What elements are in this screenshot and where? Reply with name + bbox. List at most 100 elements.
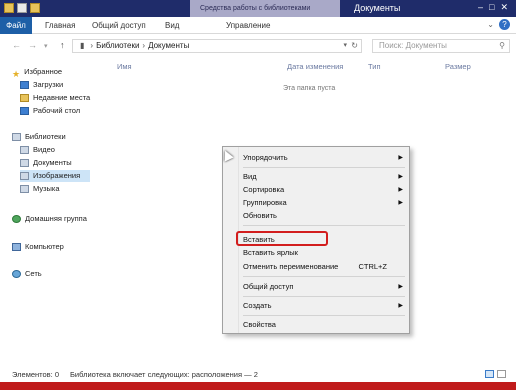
tab-home[interactable]: Главная: [45, 17, 75, 34]
menu-item-shortcut: CTRL+Z: [358, 262, 387, 271]
menu-separator: [243, 276, 405, 277]
desktop-icon: [20, 107, 29, 115]
nav-item-downloads[interactable]: Загрузки: [20, 79, 63, 91]
nav-homegroup[interactable]: Домашняя группа: [12, 213, 87, 225]
menu-item-label: Обновить: [243, 211, 277, 220]
maximize-icon[interactable]: □: [489, 2, 494, 13]
menu-item-label: Вставить ярлык: [243, 248, 298, 257]
menu-item-properties[interactable]: Свойства: [243, 319, 405, 331]
menu-item-new[interactable]: Создать ▶: [243, 300, 405, 312]
window-title: Документы: [354, 3, 401, 13]
ribbon-expand-icon[interactable]: ⌄: [487, 20, 494, 29]
menu-separator: [243, 315, 405, 316]
close-icon[interactable]: ✕: [500, 2, 508, 13]
nav-computer[interactable]: Компьютер: [12, 241, 64, 253]
documents-icon: [20, 159, 29, 167]
menu-item-arrange[interactable]: Упорядочить ▶: [243, 152, 405, 164]
submenu-arrow-icon: ▶: [398, 174, 403, 180]
column-header-date[interactable]: Дата изменения: [287, 62, 343, 71]
tab-view[interactable]: Вид: [165, 17, 179, 34]
nav-item-label: Музыка: [33, 184, 60, 193]
tab-share[interactable]: Общий доступ: [92, 17, 146, 34]
menu-item-label: Свойства: [243, 320, 276, 329]
network-icon: [12, 270, 21, 278]
submenu-arrow-icon: ▶: [398, 303, 403, 309]
quick-access-toolbar: [4, 3, 40, 13]
refresh-icon[interactable]: ↻: [351, 40, 358, 52]
nav-item-label: Документы: [33, 158, 72, 167]
menu-item-label: Отменить переименование: [243, 262, 339, 271]
title-bar: Средства работы с библиотеками Документы…: [0, 0, 516, 17]
forward-arrow-icon[interactable]: →: [28, 40, 37, 50]
folder-icon[interactable]: [4, 3, 14, 13]
address-field[interactable]: ▮ › Библиотеки › Документы ▾ ↻: [72, 39, 362, 53]
help-icon[interactable]: ?: [499, 19, 510, 30]
column-header-type[interactable]: Тип: [368, 62, 381, 71]
empty-folder-message: Эта папка пуста: [283, 85, 336, 92]
images-icon: [20, 172, 29, 180]
details-view-icon[interactable]: [485, 370, 494, 378]
nav-item-images[interactable]: Изображения: [20, 170, 90, 182]
nav-network-label: Сеть: [25, 269, 42, 278]
nav-item-recent-places[interactable]: Недавние места: [20, 92, 90, 104]
nav-libraries-label: Библиотеки: [25, 132, 66, 141]
minimize-icon[interactable]: –: [478, 2, 483, 13]
window-controls: – □ ✕: [478, 2, 508, 13]
context-tab-header: Средства работы с библиотеками: [190, 0, 340, 17]
tab-file[interactable]: Файл: [0, 17, 32, 34]
bottom-border: [0, 382, 516, 390]
nav-favorites-label: Избранное: [24, 67, 63, 76]
downloads-icon: [20, 81, 29, 89]
nav-libraries[interactable]: Библиотеки: [12, 131, 66, 143]
navigation-pane: ★ Избранное Загрузки Недавние места Рабо…: [0, 58, 92, 366]
menu-item-label: Создать: [243, 301, 272, 310]
nav-item-label: Рабочий стол: [33, 106, 81, 115]
homegroup-icon: [12, 215, 21, 223]
nav-item-video[interactable]: Видео: [20, 144, 55, 156]
up-arrow-icon[interactable]: ↑: [60, 40, 65, 50]
menu-item-undo-rename[interactable]: Отменить переименование CTRL+Z: [243, 261, 405, 273]
nav-item-documents[interactable]: Документы: [20, 157, 72, 169]
address-dropdown-icon[interactable]: ▾: [343, 40, 347, 52]
nav-item-label: Видео: [33, 145, 55, 154]
properties-icon[interactable]: [17, 3, 27, 13]
tab-manage[interactable]: Управление: [226, 17, 270, 34]
back-arrow-icon[interactable]: ←: [12, 40, 21, 50]
breadcrumb-documents[interactable]: Документы: [148, 41, 189, 50]
column-header-size[interactable]: Размер: [445, 62, 471, 71]
menu-item-refresh[interactable]: Обновить: [243, 210, 405, 222]
nav-homegroup-label: Домашняя группа: [25, 214, 87, 223]
nav-computer-label: Компьютер: [25, 242, 64, 251]
nav-network[interactable]: Сеть: [12, 268, 42, 280]
menu-item-label: Сортировка: [243, 185, 285, 194]
recent-locations-icon[interactable]: ▾: [44, 42, 48, 50]
menu-item-view[interactable]: Вид ▶: [243, 171, 405, 183]
submenu-arrow-icon: ▶: [398, 187, 403, 193]
computer-icon: [12, 243, 21, 251]
nav-item-desktop[interactable]: Рабочий стол: [20, 105, 80, 117]
menu-item-label: Общий доступ: [243, 282, 294, 291]
status-bar: Элементов: 0 Библиотека включает следующ…: [0, 366, 516, 382]
view-switcher: [485, 370, 506, 378]
breadcrumb-libraries[interactable]: Библиотеки: [96, 41, 139, 50]
new-folder-icon[interactable]: [30, 3, 40, 13]
nav-item-music[interactable]: Музыка: [20, 183, 60, 195]
menu-item-group[interactable]: Группировка ▶: [243, 197, 405, 209]
menu-item-label: Упорядочить: [243, 153, 288, 162]
menu-separator: [243, 296, 405, 297]
menu-item-sort[interactable]: Сортировка ▶: [243, 184, 405, 196]
star-icon: ★: [12, 69, 21, 79]
submenu-arrow-icon: ▶: [398, 200, 403, 206]
large-icons-view-icon[interactable]: [497, 370, 506, 378]
library-icon: ▮: [80, 41, 85, 50]
column-header-name[interactable]: Имя: [117, 62, 132, 71]
status-item-count: Элементов: 0: [12, 370, 60, 379]
menu-separator: [243, 167, 405, 168]
nav-item-label: Загрузки: [33, 80, 64, 89]
search-input[interactable]: Поиск: Документы ⚲: [372, 39, 510, 53]
nav-favorites[interactable]: ★ Избранное: [12, 66, 63, 79]
submenu-arrow-icon: ▶: [398, 284, 403, 290]
menu-item-paste-shortcut[interactable]: Вставить ярлык: [243, 247, 405, 259]
menu-item-share[interactable]: Общий доступ ▶: [243, 281, 405, 293]
address-toolbar: ← → ▾ ↑ ▮ › Библиотеки › Документы ▾ ↻ Поиск…: [0, 35, 516, 57]
